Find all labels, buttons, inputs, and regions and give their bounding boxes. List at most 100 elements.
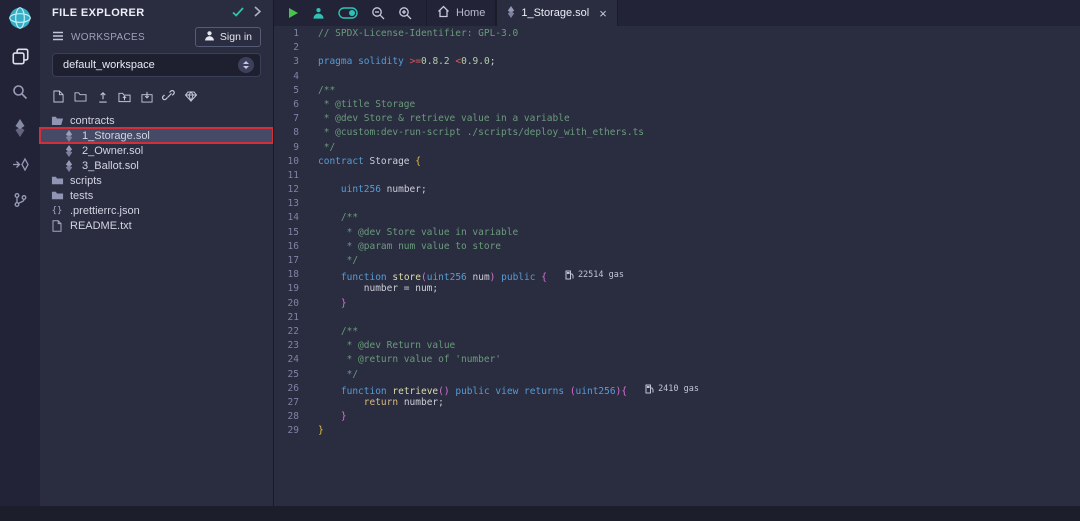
code-text: } [318,410,347,424]
check-icon[interactable] [232,4,244,22]
workspace-selected-value: default_workspace [63,59,238,71]
people-icon[interactable] [312,7,325,20]
tab-1-storage-sol[interactable]: 1_Storage.sol × [496,0,617,26]
tree-item-readme-txt[interactable]: README.txt [40,218,273,233]
line-number: 12 [274,183,318,197]
zoom-in-icon[interactable] [398,6,412,20]
line-number: 5 [274,84,318,98]
code-line[interactable]: 2 [274,41,1080,55]
run-script-icon[interactable] [288,7,299,19]
solidity-compiler-icon[interactable] [9,117,31,139]
activity-bar [0,0,40,506]
code-line[interactable]: 26 function retrieve() public view retur… [274,382,1080,396]
solidity-file-icon [62,145,76,157]
code-line[interactable]: 19 number = num; [274,282,1080,296]
tree-item-3-ballot-sol[interactable]: 3_Ballot.sol [40,158,273,173]
code-line[interactable]: 3pragma solidity >=0.8.2 <0.9.0; [274,55,1080,69]
tree-item-1-storage-sol[interactable]: 1_Storage.sol [40,128,273,143]
line-number: 3 [274,55,318,69]
terminal-collapsed-bar[interactable] [0,506,1080,521]
solidity-file-icon [62,130,76,142]
remix-logo-icon[interactable] [7,5,33,31]
code-editor[interactable]: 1// SPDX-License-Identifier: GPL-3.023pr… [274,26,1080,506]
file-explorer-icon[interactable] [9,45,31,67]
workspace-select[interactable]: default_workspace [52,53,261,77]
upload-folder-icon[interactable] [118,90,131,103]
code-line[interactable]: 4 [274,70,1080,84]
tree-item-prettierrc-json[interactable]: {}.prettierrc.json [40,203,273,218]
code-line[interactable]: 1// SPDX-License-Identifier: GPL-3.0 [274,27,1080,41]
line-number: 8 [274,126,318,140]
gas-estimate-text: 2410 gas [658,382,699,396]
code-line[interactable]: 17 */ [274,254,1080,268]
code-line[interactable]: 23 * @dev Return value [274,339,1080,353]
line-number: 18 [274,268,318,282]
chevron-right-icon[interactable] [254,4,261,22]
code-line[interactable]: 21 [274,311,1080,325]
code-line[interactable]: 20 } [274,297,1080,311]
line-number: 15 [274,226,318,240]
code-line[interactable]: 25 */ [274,368,1080,382]
line-number: 9 [274,141,318,155]
tree-item-scripts[interactable]: scripts [40,173,273,188]
main-area: Home 1_Storage.sol × 1// SPDX-License-Id… [273,0,1080,506]
code-line[interactable]: 24 * @return value of 'number' [274,353,1080,367]
code-text: * @title Storage [318,98,415,112]
code-line[interactable]: 11 [274,169,1080,183]
tree-item-contracts[interactable]: contracts [40,113,273,128]
new-file-icon[interactable] [52,90,65,103]
code-text: * @dev Return value [318,339,455,353]
code-text: function store(uint256 num) public {2251… [318,268,624,282]
close-icon[interactable]: × [599,7,607,20]
code-line[interactable]: 7 * @dev Store & retrieve value in a var… [274,112,1080,126]
code-line[interactable]: 6 * @title Storage [274,98,1080,112]
code-line[interactable]: 27 return number; [274,396,1080,410]
code-line[interactable]: 10contract Storage { [274,155,1080,169]
line-number: 28 [274,410,318,424]
line-number: 19 [274,282,318,296]
code-line[interactable]: 22 /** [274,325,1080,339]
gas-estimate-badge: 22514 gas [565,268,624,282]
code-text: // SPDX-License-Identifier: GPL-3.0 [318,27,518,41]
code-line[interactable]: 14 /** [274,211,1080,225]
code-line[interactable]: 13 [274,197,1080,211]
line-number: 24 [274,353,318,367]
workspaces-row: WORKSPACES Sign in [40,26,273,48]
git-icon[interactable] [9,189,31,211]
code-text: uint256 number; [318,183,427,197]
tree-item-tests[interactable]: tests [40,188,273,203]
line-number: 4 [274,70,318,84]
code-line[interactable]: 18 function store(uint256 num) public {2… [274,268,1080,282]
code-line[interactable]: 29} [274,424,1080,438]
line-number: 17 [274,254,318,268]
code-line[interactable]: 28 } [274,410,1080,424]
code-line[interactable]: 16 * @param num value to store [274,240,1080,254]
zoom-out-icon[interactable] [371,6,385,20]
hamburger-icon[interactable] [52,28,64,46]
tab-home[interactable]: Home [426,0,496,26]
editor-tab-bar: Home 1_Storage.sol × [274,0,1080,26]
gas-pump-icon [565,270,574,280]
editor-toolbar [274,0,426,26]
code-line[interactable]: 15 * @dev Store value in variable [274,226,1080,240]
new-folder-icon[interactable] [74,90,87,103]
gem-icon[interactable] [184,90,197,103]
upload-file-icon[interactable] [96,90,109,103]
gas-estimate-text: 22514 gas [578,268,624,282]
toggle-icon[interactable] [338,7,358,19]
tree-item-2-owner-sol[interactable]: 2_Owner.sol [40,143,273,158]
code-text: } [318,424,324,438]
code-text: */ [318,254,358,268]
code-line[interactable]: 9 */ [274,141,1080,155]
link-icon[interactable] [162,90,175,103]
import-box-icon[interactable] [140,90,153,103]
folder-icon [50,175,64,186]
code-line[interactable]: 12 uint256 number; [274,183,1080,197]
sign-in-button[interactable]: Sign in [195,27,261,47]
code-line[interactable]: 8 * @custom:dev-run-script ./scripts/dep… [274,126,1080,140]
search-icon[interactable] [9,81,31,103]
deploy-run-icon[interactable] [9,153,31,175]
line-number: 27 [274,396,318,410]
sign-in-label: Sign in [220,31,252,43]
code-line[interactable]: 5/** [274,84,1080,98]
